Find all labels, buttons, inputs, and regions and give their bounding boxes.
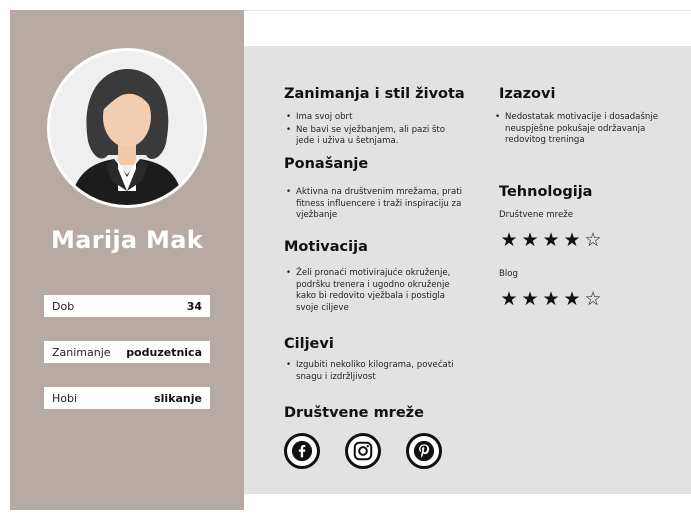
- facebook-glyph: [291, 440, 313, 462]
- section-title-motivation: Motivacija: [284, 239, 368, 255]
- list-item: Nedostatak motivacije i dosadašnje neusp…: [493, 112, 668, 147]
- avatar-illustration: [70, 69, 184, 205]
- section-title-social: Društvene mreže: [284, 405, 424, 421]
- star-empty-icon: ☆: [584, 288, 602, 310]
- challenges-list: Nedostatak motivacije i dosadašnje neusp…: [493, 112, 668, 148]
- rating-stars-social: ★ ★ ★ ★ ☆: [499, 231, 603, 250]
- star-filled-icon: ★: [500, 288, 518, 310]
- profile-name: Marija Mak: [51, 226, 203, 254]
- section-title-technology: Tehnologija: [499, 184, 593, 200]
- star-filled-icon: ★: [521, 288, 539, 310]
- section-title-behavior: Ponašanje: [284, 156, 369, 172]
- section-title-challenges: Izazovi: [499, 86, 556, 102]
- avatar-image: [50, 51, 204, 205]
- list-item: Ne bavi se vježbanjem, ali pazi što jede…: [284, 125, 454, 148]
- star-filled-icon: ★: [563, 229, 581, 251]
- info-row-hobby: Hobi slikanje: [44, 387, 210, 409]
- instagram-glyph: [353, 441, 373, 461]
- star-filled-icon: ★: [521, 229, 539, 251]
- top-divider: [244, 10, 691, 11]
- info-label: Zanimanje: [52, 345, 111, 359]
- info-label: Dob: [52, 299, 75, 313]
- list-item: Izgubiti nekoliko kilograma, povećati sn…: [284, 360, 454, 383]
- instagram-icon[interactable]: [345, 433, 381, 469]
- section-title-lifestyle: Zanimanja i stil života: [284, 86, 465, 102]
- pinterest-glyph: [413, 440, 435, 462]
- avatar: [47, 48, 207, 208]
- section-title-goals: Ciljevi: [284, 336, 334, 352]
- info-value: poduzetnica: [126, 345, 202, 359]
- profile-sidebar: Marija Mak Dob 34 Zanimanje poduzetnica …: [10, 10, 244, 510]
- rating-stars-blog: ★ ★ ★ ★ ☆: [499, 290, 603, 309]
- lifestyle-list: Ima svoj obrt Ne bavi se vježbanjem, ali…: [284, 112, 454, 149]
- info-value: slikanje: [154, 391, 202, 405]
- info-row-age: Dob 34: [44, 295, 210, 317]
- star-filled-icon: ★: [542, 288, 560, 310]
- motivation-list: Želi pronaći motivirajuće okruženje, pod…: [284, 268, 454, 315]
- info-row-occupation: Zanimanje poduzetnica: [44, 341, 210, 363]
- behavior-list: Aktivna na društvenim mrežama, prati fit…: [284, 187, 464, 223]
- pinterest-icon[interactable]: [406, 433, 442, 469]
- list-item: Želi pronaći motivirajuće okruženje, pod…: [284, 268, 454, 314]
- info-value: 34: [186, 299, 202, 313]
- info-label: Hobi: [52, 391, 78, 405]
- list-item: Ima svoj obrt: [284, 112, 454, 124]
- star-filled-icon: ★: [542, 229, 560, 251]
- rating-label-social: Društvene mreže: [499, 210, 574, 220]
- star-filled-icon: ★: [563, 288, 581, 310]
- star-empty-icon: ☆: [584, 229, 602, 251]
- goals-list: Izgubiti nekoliko kilograma, povećati sn…: [284, 360, 454, 384]
- facebook-icon[interactable]: [284, 433, 320, 469]
- persona-details: Zanimanja i stil života Ima svoj obrt Ne…: [244, 46, 691, 494]
- list-item: Aktivna na društvenim mrežama, prati fit…: [284, 187, 464, 222]
- rating-label-blog: Blog: [499, 269, 518, 279]
- star-filled-icon: ★: [500, 229, 518, 251]
